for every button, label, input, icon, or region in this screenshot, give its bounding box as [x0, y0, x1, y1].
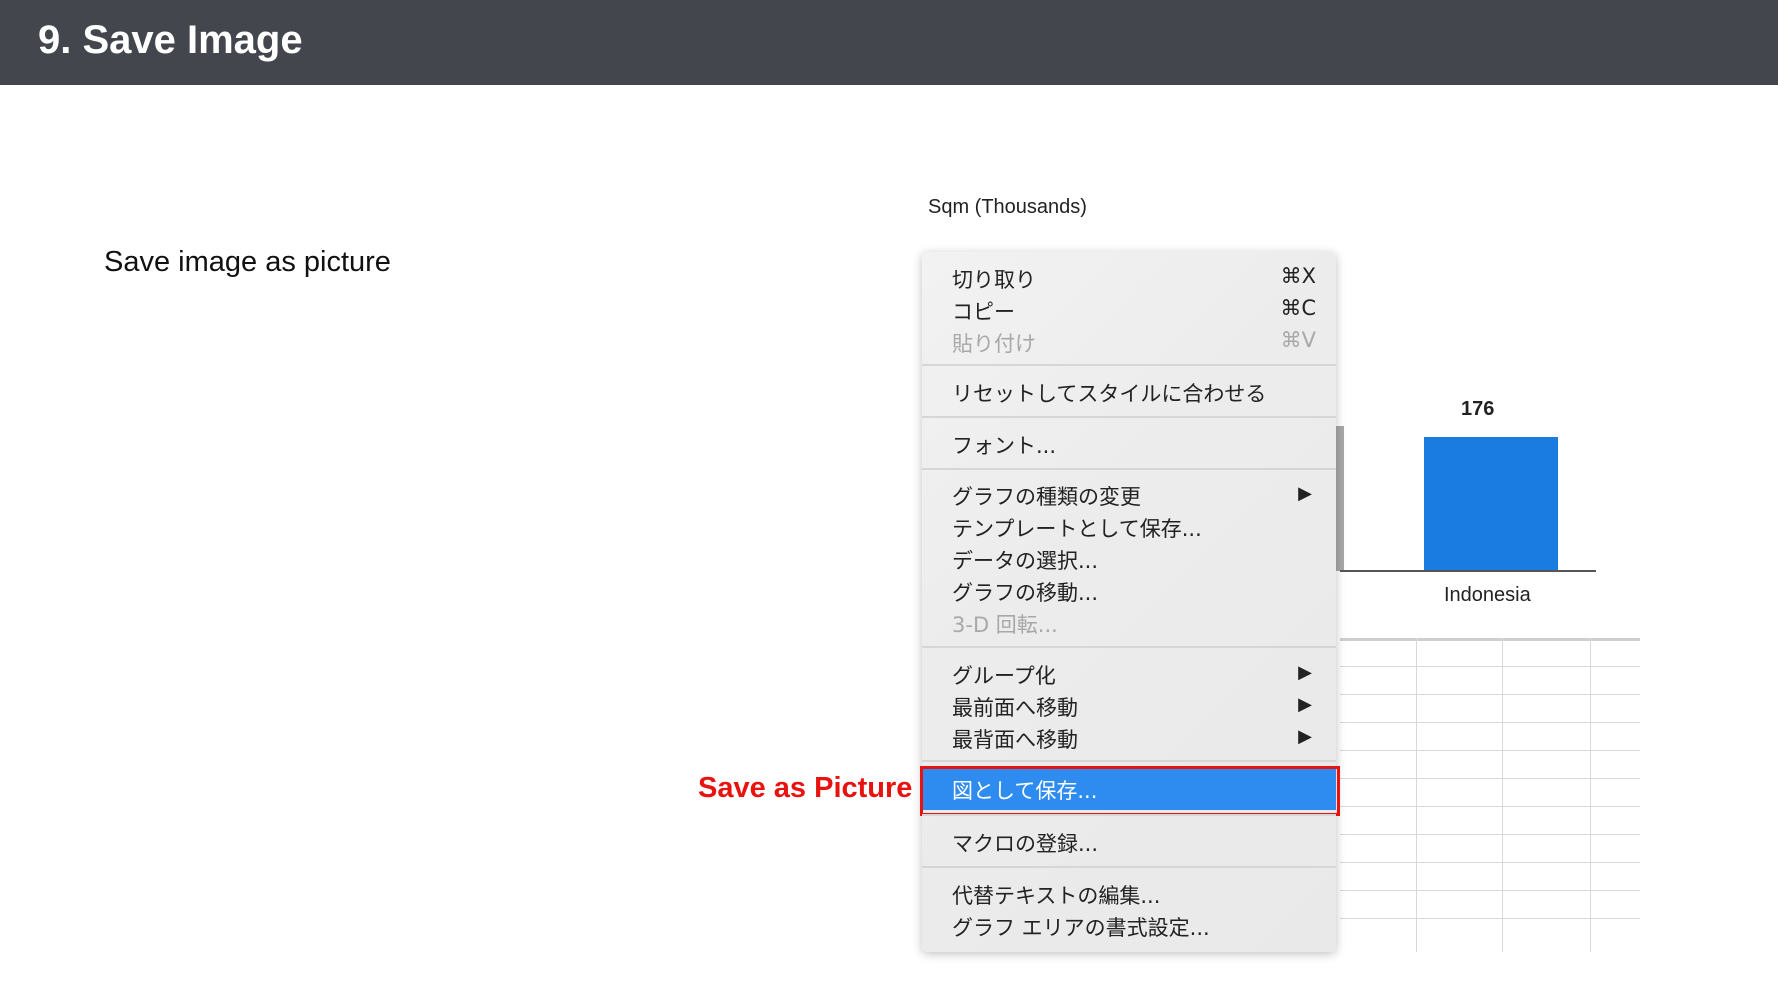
submenu-arrow-icon: ▶ — [1298, 726, 1312, 746]
header-bar: 9. Save Image — [0, 0, 1778, 85]
menu-item-font[interactable]: フォント... — [952, 430, 1056, 460]
menu-separator — [922, 814, 1336, 816]
spreadsheet-grid — [1340, 638, 1640, 952]
chart-data-label: 176 — [1461, 398, 1495, 420]
grid-row-line — [1340, 806, 1640, 807]
callout-highlight-box — [920, 766, 1340, 816]
menu-item-reset-style[interactable]: リセットしてスタイルに合わせる — [952, 378, 1266, 408]
menu-item-format-chart-area[interactable]: グラフ エリアの書式設定... — [952, 912, 1210, 942]
menu-separator — [922, 416, 1336, 418]
menu-item-move-chart[interactable]: グラフの移動... — [952, 577, 1098, 607]
context-menu: 切り取り ⌘X コピー ⌘C 貼り付け ⌘V リセットしてスタイルに合わせる フ… — [920, 252, 1340, 952]
grid-row-line — [1340, 918, 1640, 919]
menu-item-save-template[interactable]: テンプレートとして保存... — [952, 513, 1202, 543]
grid-row-line — [1340, 778, 1640, 779]
save-as-picture-callout: Save as Picture — [698, 772, 913, 804]
menu-item-paste[interactable]: 貼り付け — [952, 328, 1036, 358]
menu-item-change-chart-type[interactable]: グラフの種類の変更 — [952, 481, 1141, 511]
menu-item-3d-rotation[interactable]: 3-D 回転... — [952, 609, 1058, 639]
menu-separator — [922, 866, 1336, 868]
submenu-arrow-icon: ▶ — [1298, 662, 1312, 682]
grid-row-line — [1340, 750, 1640, 751]
menu-item-select-data[interactable]: データの選択... — [952, 545, 1098, 575]
grid-col-line — [1416, 638, 1417, 952]
chart-title: Sqm (Thousands) — [928, 196, 1087, 218]
menu-shortcut-paste: ⌘V — [1280, 328, 1316, 352]
menu-separator — [922, 760, 1336, 762]
grid-col-line — [1502, 638, 1503, 952]
menu-item-edit-alt-text[interactable]: 代替テキストの編集... — [952, 880, 1160, 910]
menu-item-cut[interactable]: 切り取り — [952, 264, 1036, 294]
chart-bar-indonesia — [1424, 437, 1558, 571]
grid-row-line — [1340, 694, 1640, 695]
submenu-arrow-icon: ▶ — [1298, 694, 1312, 714]
menu-shortcut-copy: ⌘C — [1280, 296, 1316, 320]
grid-row-line — [1340, 722, 1640, 723]
menu-item-group[interactable]: グループ化 — [952, 660, 1056, 690]
grid-col-line — [1590, 638, 1591, 952]
chart-category-label: Indonesia — [1444, 584, 1531, 606]
page-title: 9. Save Image — [38, 18, 303, 62]
chart-x-axis — [1340, 570, 1596, 572]
description-text: Save image as picture — [104, 246, 391, 278]
menu-item-send-to-back[interactable]: 最背面へ移動 — [952, 724, 1078, 754]
grid-row-line — [1340, 862, 1640, 863]
grid-row-line — [1340, 834, 1640, 835]
grid-row-line — [1340, 666, 1640, 667]
menu-item-copy[interactable]: コピー — [952, 296, 1015, 326]
excel-screenshot: Sqm (Thousands) 176 Indonesia 切り取り ⌘X コピ… — [920, 190, 1640, 952]
menu-shortcut-cut: ⌘X — [1280, 264, 1316, 288]
grid-border — [1340, 638, 1640, 641]
menu-separator — [922, 364, 1336, 366]
menu-separator — [922, 646, 1336, 648]
submenu-arrow-icon: ▶ — [1298, 483, 1312, 503]
grid-row-line — [1340, 890, 1640, 891]
menu-separator — [922, 468, 1336, 470]
menu-item-bring-to-front[interactable]: 最前面へ移動 — [952, 692, 1078, 722]
menu-item-assign-macro[interactable]: マクロの登録... — [952, 828, 1098, 858]
